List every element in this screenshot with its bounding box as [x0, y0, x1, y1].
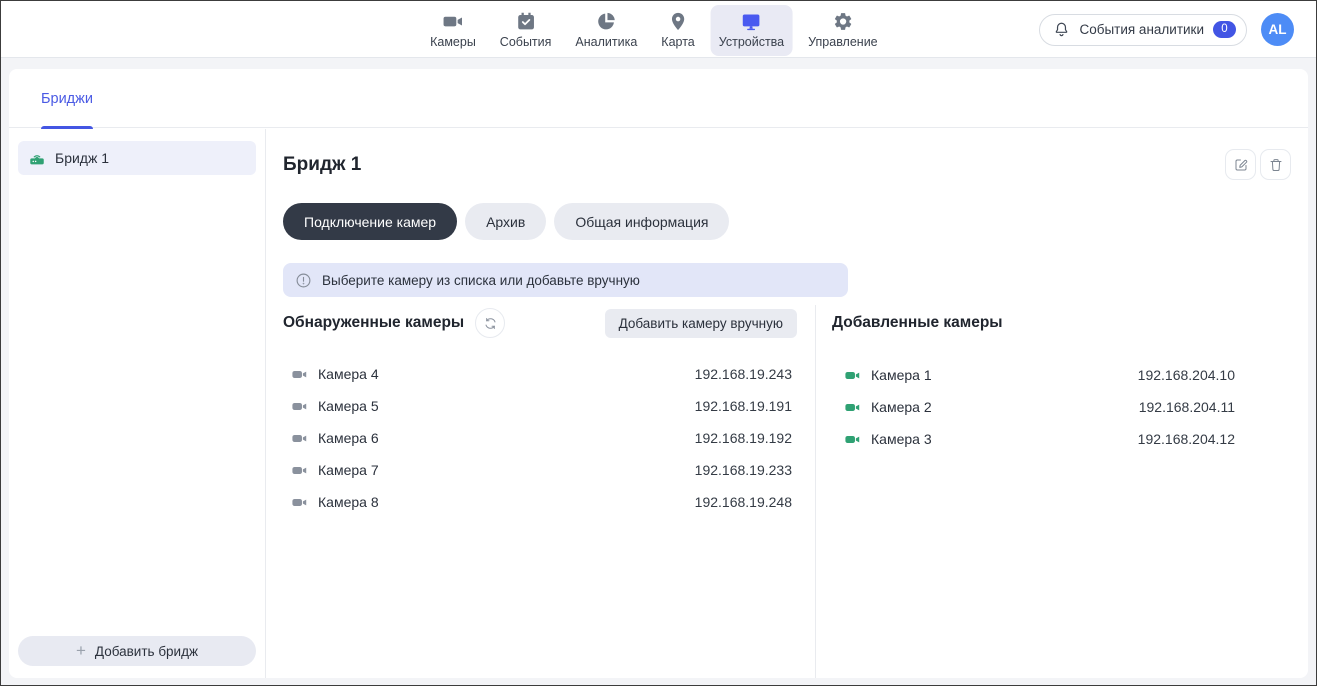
trash-icon — [1268, 157, 1284, 173]
events-count-badge: 0 — [1213, 21, 1236, 38]
camera-icon — [291, 366, 308, 383]
camera-row-discovered[interactable]: Камера 6 192.168.19.192 — [283, 422, 792, 454]
nav-label: Аналитика — [575, 35, 637, 49]
camera-name: Камера 2 — [871, 399, 932, 415]
calendar-check-icon — [515, 11, 536, 32]
camera-icon — [844, 367, 861, 384]
camera-ip: 192.168.204.11 — [1139, 399, 1235, 415]
panel-actions — [1225, 149, 1291, 180]
sidebar-item-bridge-1[interactable]: Бридж 1 — [18, 141, 256, 175]
camera-ip: 192.168.19.243 — [695, 366, 792, 382]
nav-label: Камеры — [430, 35, 476, 49]
analytics-events-button[interactable]: События аналитики 0 — [1039, 14, 1247, 46]
top-bar-right: События аналитики 0 AL — [1039, 13, 1294, 46]
avatar[interactable]: AL — [1261, 13, 1294, 46]
refresh-icon — [483, 316, 498, 331]
gear-icon — [832, 11, 853, 32]
camera-name: Камера 7 — [318, 462, 379, 478]
add-camera-manually-button[interactable]: Добавить камеру вручную — [605, 309, 797, 338]
added-title: Добавленные камеры — [832, 314, 1003, 332]
info-banner: Выберите камеру из списка или добавьте в… — [283, 263, 848, 297]
video-camera-icon — [442, 11, 463, 32]
bridge-detail-panel: Бридж 1 — [266, 129, 1308, 678]
camera-ip: 192.168.204.12 — [1138, 431, 1235, 447]
delete-bridge-button[interactable] — [1260, 149, 1291, 180]
add-bridge-button[interactable]: + Добавить бридж — [18, 636, 256, 666]
added-header: Добавленные камеры — [832, 308, 1308, 338]
camera-icon — [291, 430, 308, 447]
camera-icon — [844, 399, 861, 416]
camera-name: Камера 4 — [318, 366, 379, 382]
sidebar-item-label: Бридж 1 — [55, 150, 109, 166]
exclamation-circle-icon — [295, 272, 312, 289]
discovered-header: Обнаруженные камеры Добавить камеру вруч… — [283, 308, 815, 338]
analytics-events-label: События аналитики — [1079, 22, 1204, 37]
refresh-cameras-button[interactable] — [475, 308, 505, 338]
tabs-row: Бриджи — [9, 69, 1308, 128]
added-camera-list: Камера 1 192.168.204.10 Камера 2 192.168… — [832, 359, 1308, 455]
edit-pencil-square-icon — [1233, 157, 1249, 173]
tab-archive[interactable]: Архив — [465, 203, 546, 240]
bridge-tabs: Подключение камер Архив Общая информация — [283, 203, 1291, 240]
nav-item-analytics[interactable]: Аналитика — [567, 5, 645, 56]
panel-header: Бридж 1 — [283, 149, 1291, 180]
camera-icon — [291, 494, 308, 511]
camera-name: Камера 8 — [318, 494, 379, 510]
tab-bridges[interactable]: Бриджи — [41, 69, 93, 128]
top-bar: Камеры События Аналитика Карта Устройств — [1, 1, 1316, 58]
camera-row-added[interactable]: Камера 2 192.168.204.11 — [832, 391, 1235, 423]
app-window: { "header": { "nav": [ { "label": "Камер… — [0, 0, 1317, 686]
camera-row-discovered[interactable]: Камера 7 192.168.19.233 — [283, 454, 792, 486]
nav-label: Управление — [808, 35, 878, 49]
camera-icon — [291, 462, 308, 479]
nav-label: События — [500, 35, 552, 49]
discovered-title: Обнаруженные камеры — [283, 314, 464, 332]
nav-item-map[interactable]: Карта — [653, 5, 702, 56]
discovered-camera-list: Камера 4 192.168.19.243 Камера 5 192.168… — [283, 358, 815, 518]
add-bridge-label: Добавить бридж — [95, 644, 198, 659]
camera-name: Камера 3 — [871, 431, 932, 447]
info-banner-text: Выберите камеру из списка или добавьте в… — [322, 273, 640, 288]
main-navigation: Камеры События Аналитика Карта Устройств — [422, 5, 886, 56]
camera-name: Камера 5 — [318, 398, 379, 414]
camera-name: Камера 1 — [871, 367, 932, 383]
nav-label: Карта — [661, 35, 694, 49]
pie-chart-icon — [596, 11, 617, 32]
edit-bridge-button[interactable] — [1225, 149, 1256, 180]
camera-icon — [291, 398, 308, 415]
map-pin-icon — [668, 11, 689, 32]
camera-ip: 192.168.19.248 — [695, 494, 792, 510]
card-body: Бридж 1 + Добавить бридж Бридж 1 — [9, 129, 1308, 678]
nav-item-cameras[interactable]: Камеры — [422, 5, 484, 56]
discovered-cameras-section: Обнаруженные камеры Добавить камеру вруч… — [283, 305, 815, 678]
bridges-sidebar: Бридж 1 + Добавить бридж — [9, 129, 266, 678]
camera-row-discovered[interactable]: Камера 4 192.168.19.243 — [283, 358, 792, 390]
page-title: Бридж 1 — [283, 154, 361, 176]
nav-item-devices[interactable]: Устройства — [711, 5, 792, 56]
camera-name: Камера 6 — [318, 430, 379, 446]
tab-bridges-label: Бриджи — [41, 91, 93, 107]
camera-row-added[interactable]: Камера 1 192.168.204.10 — [832, 359, 1235, 391]
camera-columns: Обнаруженные камеры Добавить камеру вруч… — [283, 305, 1308, 678]
monitor-icon — [741, 11, 762, 32]
nav-label: Устройства — [719, 35, 784, 49]
plus-icon: + — [76, 642, 86, 659]
bell-icon — [1053, 21, 1070, 38]
camera-ip: 192.168.19.233 — [695, 462, 792, 478]
content-card: Бриджи Бридж 1 + Добавить бридж — [9, 69, 1308, 678]
page-background: Бриджи Бридж 1 + Добавить бридж — [1, 58, 1316, 685]
nav-item-events[interactable]: События — [492, 5, 560, 56]
tab-camera-connection[interactable]: Подключение камер — [283, 203, 457, 240]
camera-icon — [844, 431, 861, 448]
camera-row-discovered[interactable]: Камера 8 192.168.19.248 — [283, 486, 792, 518]
added-cameras-section: Добавленные камеры Камера 1 192.168.204.… — [816, 305, 1308, 678]
tab-general-info[interactable]: Общая информация — [554, 203, 729, 240]
camera-ip: 192.168.204.10 — [1138, 367, 1235, 383]
camera-ip: 192.168.19.192 — [695, 430, 792, 446]
nav-item-management[interactable]: Управление — [800, 5, 886, 56]
camera-row-discovered[interactable]: Камера 5 192.168.19.191 — [283, 390, 792, 422]
camera-row-added[interactable]: Камера 3 192.168.204.12 — [832, 423, 1235, 455]
camera-ip: 192.168.19.191 — [695, 398, 792, 414]
bridge-router-icon — [28, 149, 46, 167]
